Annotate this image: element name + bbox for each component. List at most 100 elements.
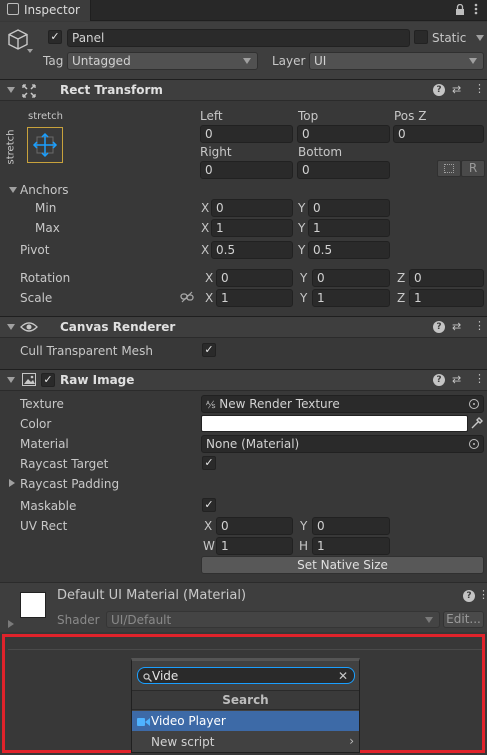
max-y-axis: Y: [298, 221, 306, 235]
object-picker-icon[interactable]: [469, 399, 479, 409]
object-picker-icon[interactable]: [469, 439, 479, 449]
bottom-field[interactable]: 0: [297, 161, 390, 179]
cull-transparent-mesh-checkbox[interactable]: ✓: [202, 343, 216, 357]
rotation-x-field[interactable]: 0: [216, 269, 293, 287]
static-dropdown-arrow[interactable]: [476, 35, 484, 41]
min-x-field[interactable]: 0: [211, 199, 293, 217]
edit-shader-button[interactable]: Edit...: [443, 611, 484, 628]
foldout-arrow[interactable]: [7, 87, 15, 93]
texture-value: New Render Texture: [219, 397, 340, 411]
scale-label: Scale: [20, 291, 53, 305]
raw-image-header[interactable]: ✓ Raw Image ? ⇄ ⋮: [0, 369, 487, 391]
uv-y-axis: Y: [300, 519, 308, 533]
foldout-arrow[interactable]: [7, 324, 15, 330]
context-menu-icon[interactable]: ⋮: [474, 83, 485, 95]
rotation-label: Rotation: [20, 271, 71, 285]
help-icon[interactable]: ?: [433, 84, 445, 96]
rotation-y-field[interactable]: 0: [312, 269, 390, 287]
uv-h-field[interactable]: 1: [312, 537, 390, 555]
layer-dropdown[interactable]: UI: [309, 52, 484, 70]
pivot-y-field[interactable]: 0.5: [308, 241, 390, 259]
tab-inspector[interactable]: Inspector: [0, 0, 91, 21]
anchors-label[interactable]: Anchors: [20, 183, 69, 197]
set-native-size-button[interactable]: Set Native Size: [201, 556, 484, 574]
anchor-h-label: stretch: [28, 111, 63, 122]
result-new-script[interactable]: New script ›: [132, 732, 359, 752]
pivot-x-field[interactable]: 0.5: [211, 241, 293, 259]
anchors-foldout-arrow[interactable]: [9, 187, 17, 193]
help-icon[interactable]: ?: [433, 321, 445, 333]
uv-y-field[interactable]: 0: [312, 517, 390, 535]
context-menu-icon[interactable]: ⋮: [478, 589, 487, 601]
left-field[interactable]: 0: [200, 125, 293, 143]
gameobject-name-field[interactable]: Panel: [67, 29, 410, 47]
min-label: Min: [35, 201, 57, 215]
color-swatch[interactable]: [201, 415, 468, 432]
raw-image-title: Raw Image: [60, 373, 135, 387]
eyedropper-icon[interactable]: [470, 416, 484, 431]
tag-dropdown[interactable]: Untagged: [67, 52, 258, 70]
uv-w-axis: W: [203, 539, 215, 553]
top-label: Top: [298, 109, 319, 123]
search-field[interactable]: Vide ✕: [137, 667, 355, 684]
top-field[interactable]: 0: [297, 125, 390, 143]
raycast-target-checkbox[interactable]: ✓: [202, 456, 216, 470]
lock-icon[interactable]: [455, 3, 465, 15]
max-y-field[interactable]: 1: [308, 219, 390, 237]
result-video-player[interactable]: Video Player: [132, 711, 359, 731]
layer-value: UI: [314, 54, 327, 68]
tab-title: Inspector: [24, 3, 80, 17]
static-checkbox[interactable]: [414, 30, 428, 44]
gameobject-cube-icon[interactable]: [7, 28, 29, 50]
uv-x-field[interactable]: 0: [216, 517, 293, 535]
context-menu-icon[interactable]: ⋮: [474, 320, 485, 332]
constrain-proportions-icon[interactable]: [180, 291, 194, 303]
scale-z-field[interactable]: 1: [409, 289, 484, 307]
tag-value: Untagged: [72, 54, 131, 68]
static-label: Static: [432, 31, 467, 45]
max-x-field[interactable]: 1: [211, 219, 293, 237]
texture-object-field[interactable]: ⅍ New Render Texture: [201, 395, 484, 413]
raycast-padding-foldout-arrow[interactable]: [9, 479, 15, 487]
blueprint-mode-button[interactable]: [437, 160, 461, 177]
context-menu-icon[interactable]: ⋮: [474, 373, 485, 385]
raycast-padding-label[interactable]: Raycast Padding: [20, 477, 119, 491]
chevron-down-icon: [243, 58, 251, 64]
help-icon[interactable]: ?: [463, 590, 475, 602]
icon-dropdown-arrow[interactable]: [27, 49, 33, 53]
canvas-renderer-header[interactable]: Canvas Renderer ? ⇄ ⋮: [0, 316, 487, 338]
shader-dropdown[interactable]: UI/Default: [106, 611, 440, 628]
scale-z-axis: Z: [397, 291, 406, 305]
pivot-label: Pivot: [20, 243, 50, 257]
uv-x-axis: X: [204, 519, 213, 533]
uv-h-axis: H: [299, 539, 309, 553]
min-y-field[interactable]: 0: [308, 199, 390, 217]
uv-w-field[interactable]: 1: [216, 537, 293, 555]
right-field[interactable]: 0: [200, 161, 293, 179]
rotation-z-field[interactable]: 0: [409, 269, 484, 287]
scale-x-field[interactable]: 1: [216, 289, 293, 307]
preset-icon[interactable]: ⇄: [452, 374, 461, 386]
rect-transform-header[interactable]: Rect Transform ? ⇄ ⋮: [0, 79, 487, 101]
more-options-icon[interactable]: [474, 2, 480, 16]
chevron-down-icon: [425, 617, 433, 623]
rot-x-axis: X: [205, 271, 214, 285]
color-label: Color: [20, 417, 52, 431]
posz-field[interactable]: 0: [393, 125, 484, 143]
material-object-field[interactable]: None (Material): [201, 435, 484, 453]
preset-icon[interactable]: ⇄: [452, 321, 461, 333]
scale-x-axis: X: [205, 291, 214, 305]
raw-edit-button[interactable]: R: [461, 160, 485, 177]
help-icon[interactable]: ?: [433, 374, 445, 386]
cull-transparent-mesh-label: Cull Transparent Mesh: [20, 344, 153, 358]
preset-icon[interactable]: ⇄: [452, 84, 461, 96]
maskable-checkbox[interactable]: ✓: [202, 498, 216, 512]
scale-y-field[interactable]: 1: [312, 289, 390, 307]
material-foldout-arrow[interactable]: [8, 620, 14, 628]
add-component-popup: Vide ✕ Search Video Player New script ›: [131, 658, 360, 753]
clear-search-icon[interactable]: ✕: [338, 669, 348, 683]
foldout-arrow[interactable]: [7, 377, 15, 383]
raw-image-enabled-checkbox[interactable]: ✓: [41, 373, 55, 387]
anchor-presets-button[interactable]: [27, 127, 63, 163]
gameobject-active-checkbox[interactable]: ✓: [48, 30, 62, 44]
